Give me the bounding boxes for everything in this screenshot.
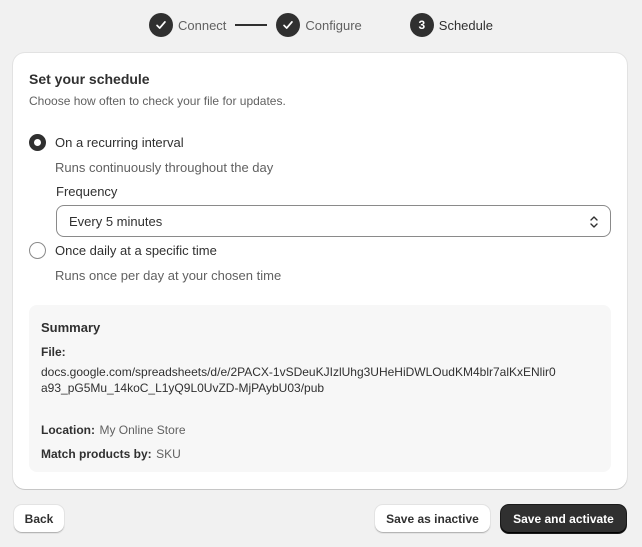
card-subtitle: Choose how often to check your file for … [29,94,286,108]
card-title: Set your schedule [29,71,150,87]
check-icon [276,13,301,37]
save-activate-button[interactable]: Save and activate [501,505,626,533]
summary-box: Summary File: docs.google.com/spreadshee… [29,305,611,472]
step-connector [235,24,268,26]
select-chevron-icon [590,216,598,228]
radio-button[interactable] [29,242,46,259]
stepper: Connect Configure 3 Schedule [0,10,642,40]
frequency-select[interactable]: Every 5 minutes [56,205,611,237]
back-button[interactable]: Back [14,505,64,533]
radio-label: On a recurring interval [55,135,184,150]
frequency-value: Every 5 minutes [69,213,163,229]
match-label: Match products by: [41,447,152,461]
check-icon [148,13,173,37]
recurring-interval-option[interactable]: On a recurring interval [29,134,184,151]
match-value: SKU [156,447,181,461]
once-daily-option[interactable]: Once daily at a specific time [29,242,217,259]
step-label: Configure [305,17,362,33]
location-label: Location: [41,423,95,437]
schedule-card: Set your schedule Choose how often to ch… [13,53,627,489]
radio-button[interactable] [29,134,46,151]
step-connect: Connect [148,13,227,37]
summary-title: Summary [41,320,101,335]
step-number: 3 [409,13,434,37]
file-label: File: [41,345,66,359]
location-value: My Online Store [99,423,186,437]
file-url: docs.google.com/spreadsheets/d/e/2PACX-1… [41,365,556,395]
match-row: Match products by: SKU [41,445,181,463]
radio-help-text: Runs once per day at your chosen time [55,268,282,283]
save-inactive-button[interactable]: Save as inactive [375,505,490,533]
location-row: Location: My Online Store [41,421,186,439]
step-label: Connect [177,17,227,33]
radio-help-text: Runs continuously throughout the day [55,160,274,175]
radio-label: Once daily at a specific time [55,243,217,258]
frequency-label: Frequency [56,184,118,199]
step-label: Schedule [438,17,493,33]
step-configure: Configure [276,13,362,37]
step-schedule: 3 Schedule [409,13,493,37]
